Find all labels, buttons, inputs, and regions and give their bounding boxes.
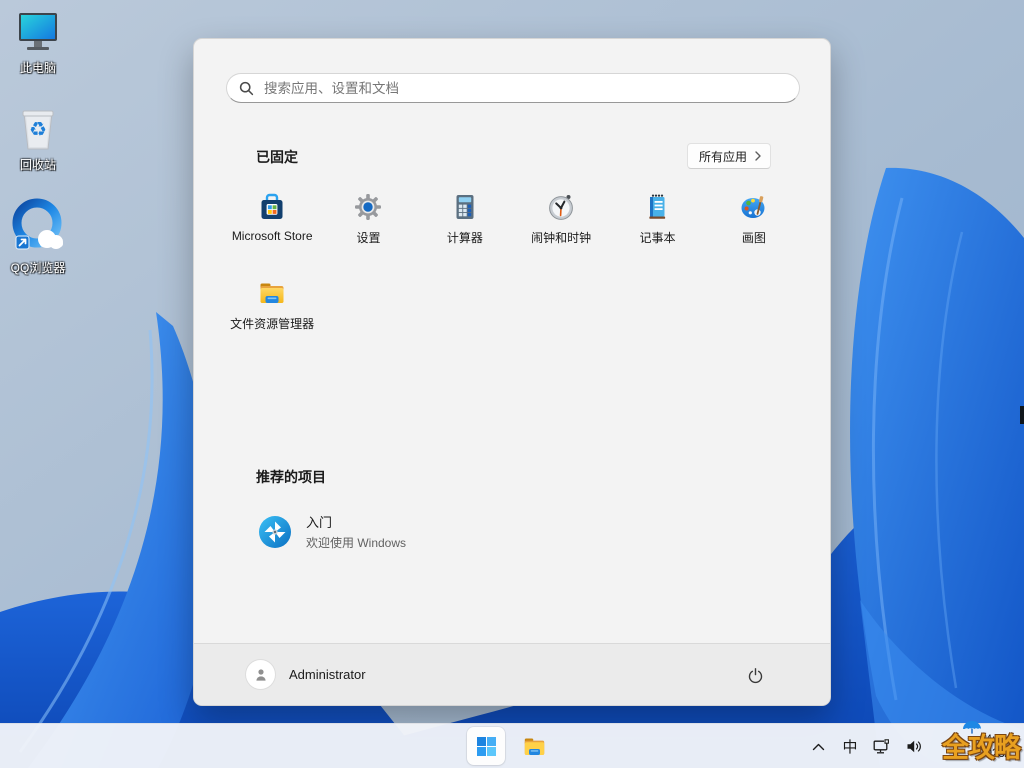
chevron-right-icon — [755, 151, 761, 161]
app-label: 记事本 — [639, 231, 676, 245]
settings-gear-icon — [355, 194, 382, 220]
windows-logo-icon — [476, 736, 496, 756]
app-tile-settings[interactable]: 设置 — [320, 191, 416, 277]
power-button[interactable] — [738, 658, 772, 692]
desktop-icon-this-pc[interactable]: 此电脑 — [0, 10, 76, 76]
pinned-section-title: 已固定 — [256, 149, 298, 165]
recommended-subtitle-text: 欢迎使用 Windows — [306, 536, 407, 550]
app-tile-file-explorer[interactable]: 文件资源管理器 — [224, 277, 320, 363]
tray-time: 14:04 — [979, 733, 1008, 746]
desktop-icon-recycle-bin[interactable]: ♻ 回收站 — [0, 107, 76, 173]
app-label: 闹钟和时钟 — [531, 231, 592, 245]
taskbar-file-explorer-button[interactable] — [515, 727, 553, 765]
app-tile-notepad[interactable]: 记事本 — [609, 191, 705, 277]
all-apps-button[interactable]: 所有应用 — [687, 143, 772, 169]
user-profile-button[interactable]: Administrator — [246, 660, 366, 689]
start-search-box[interactable] — [226, 73, 800, 103]
system-tray: 中 14:04 2023/ — [802, 724, 1024, 768]
desktop-icon-label: QQ浏览器 — [10, 261, 66, 275]
paint-icon — [741, 196, 765, 218]
file-explorer-icon — [260, 283, 284, 303]
recommended-item-get-started[interactable]: 入门 欢迎使用 Windows — [248, 506, 416, 557]
ime-label: 中 — [842, 739, 858, 756]
recycle-bin-icon: ♻ — [22, 110, 54, 150]
ime-indicator[interactable]: 中 — [834, 724, 866, 768]
desktop-icon-label: 此电脑 — [19, 61, 56, 75]
speaker-icon — [907, 740, 921, 753]
pinned-apps-grid: Microsoft Store 设置 计算器 闹钟和时钟 记事本 画图 文件资源… — [224, 191, 802, 363]
tray-overflow-button[interactable] — [802, 724, 834, 768]
svg-text:♻: ♻ — [29, 119, 47, 141]
recommended-section-title: 推荐的项目 — [256, 469, 326, 485]
chevron-up-icon — [812, 743, 824, 750]
taskbar: 中 14:04 2023/ — [0, 723, 1024, 768]
start-menu-panel: 已固定 所有应用 Microsoft Store — [193, 38, 831, 706]
start-footer: Administrator — [194, 643, 830, 705]
app-label: 画图 — [741, 231, 766, 245]
app-tile-paint[interactable]: 画图 — [706, 191, 802, 277]
search-icon — [239, 81, 254, 95]
screen-edge-artifact — [1020, 406, 1024, 424]
this-pc-icon — [19, 13, 57, 50]
power-icon — [748, 667, 762, 683]
clock-and-date[interactable]: 14:04 2023/ — [930, 733, 1018, 761]
start-button[interactable] — [467, 727, 505, 765]
app-label: Microsoft Store — [231, 229, 313, 243]
app-label: 设置 — [356, 231, 381, 245]
recommended-title-text: 入门 — [306, 515, 333, 530]
alarm-clock-icon — [549, 195, 574, 220]
qq-browser-icon — [12, 198, 63, 250]
get-started-icon — [259, 515, 291, 548]
desktop-screen: 此电脑 ♻ 回收站 QQ浏览器 搜索应用、设置和文档 已固定 所有应用 Micr… — [0, 0, 1024, 768]
desktop-icon-qq-browser[interactable]: QQ浏览器 — [0, 198, 76, 276]
wired-network-icon — [873, 738, 890, 754]
all-apps-label: 所有应用 — [699, 149, 748, 164]
app-label: 计算器 — [446, 231, 483, 245]
microsoft-store-icon — [261, 193, 283, 219]
desktop-icon-label: 回收站 — [19, 158, 56, 172]
user-avatar — [246, 660, 275, 689]
tray-date: 2023/ — [979, 747, 1008, 760]
app-tile-microsoft-store[interactable]: Microsoft Store — [224, 191, 320, 277]
app-tile-calculator[interactable]: 计算器 — [417, 191, 513, 277]
notepad-icon — [649, 194, 666, 219]
calculator-icon — [456, 195, 474, 219]
user-name: Administrator — [289, 667, 366, 682]
network-tray-button[interactable] — [866, 724, 898, 768]
taskbar-center — [467, 727, 553, 765]
person-icon — [255, 668, 266, 681]
app-label: 文件资源管理器 — [230, 317, 315, 331]
file-explorer-icon — [524, 737, 544, 755]
search-input[interactable] — [264, 80, 787, 96]
app-tile-alarms-clock[interactable]: 闹钟和时钟 — [513, 191, 609, 277]
volume-tray-button[interactable] — [898, 724, 930, 768]
